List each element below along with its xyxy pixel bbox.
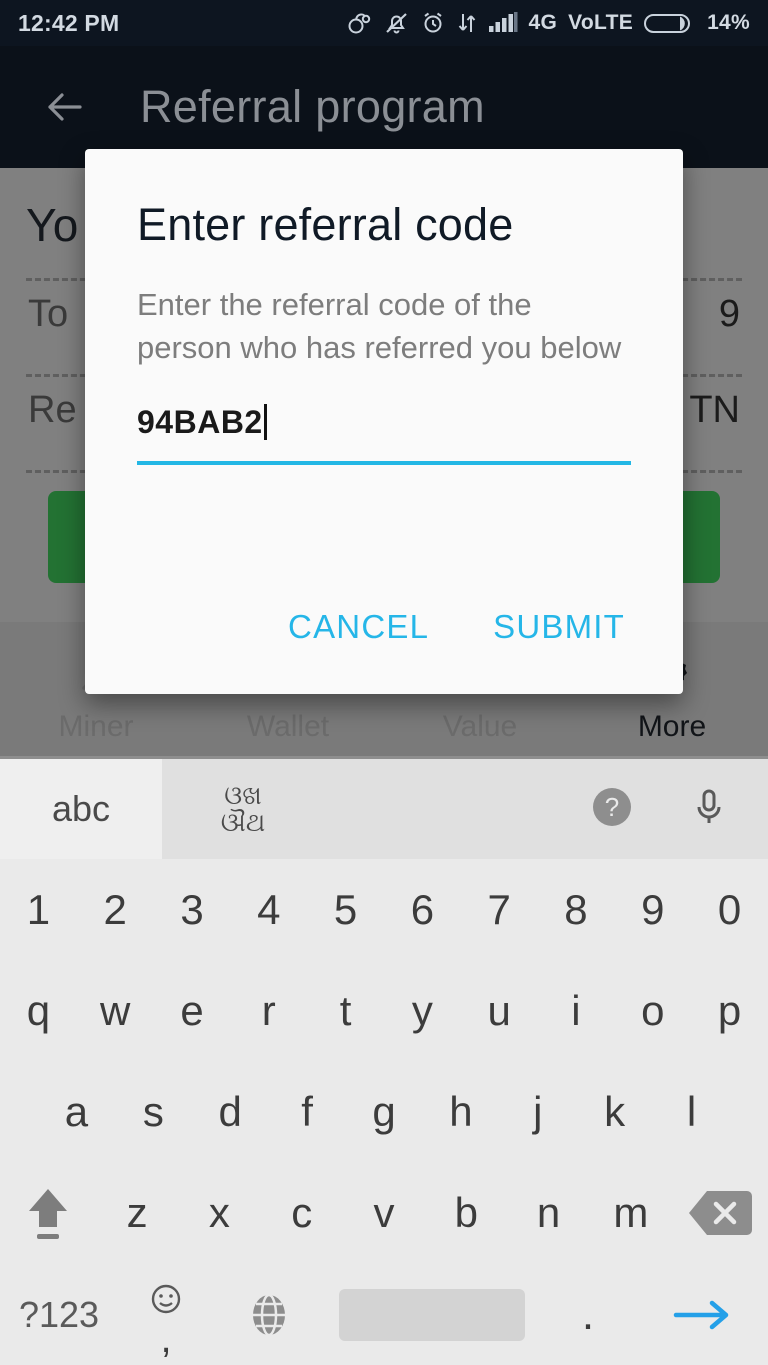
key-4[interactable]: 4 — [230, 859, 307, 960]
text-caret — [263, 403, 267, 440]
on-screen-keyboard: abc ଓଖ ଔଥ ? 1 2 3 4 5 6 7 8 9 0 q w e r … — [0, 756, 768, 1365]
key-w[interactable]: w — [77, 960, 154, 1061]
input-underline — [137, 460, 631, 465]
cancel-button[interactable]: CANCEL — [274, 598, 443, 656]
key-d[interactable]: d — [192, 1061, 269, 1162]
key-v[interactable]: v — [343, 1162, 425, 1263]
dialog-actions: CANCEL SUBMIT — [274, 598, 639, 656]
keyboard-row-asdf: a s d f g h j k l — [0, 1061, 768, 1162]
backspace-icon[interactable] — [672, 1162, 768, 1263]
dialog-message: Enter the referral code of the person wh… — [137, 287, 622, 366]
key-9[interactable]: 9 — [614, 859, 691, 960]
key-r[interactable]: r — [230, 960, 307, 1061]
toolbar-spacer — [324, 759, 590, 859]
microphone-icon[interactable] — [692, 785, 726, 834]
key-i[interactable]: i — [538, 960, 615, 1061]
key-t[interactable]: t — [307, 960, 384, 1061]
referral-code-dialog: Enter referral code Enter the referral c… — [85, 149, 683, 694]
key-z[interactable]: z — [96, 1162, 178, 1263]
data-transfer-icon — [458, 14, 475, 32]
keyboard-tab-abc[interactable]: abc — [0, 759, 162, 859]
key-p[interactable]: p — [691, 960, 768, 1061]
script-tab-line1: ଓଖ — [224, 779, 262, 810]
key-o[interactable]: o — [614, 960, 691, 1061]
row-label: To — [28, 293, 69, 335]
key-6[interactable]: 6 — [384, 859, 461, 960]
referral-code-input[interactable]: 94BAB2 — [137, 403, 631, 465]
battery-icon — [644, 14, 691, 33]
key-q[interactable]: q — [0, 960, 77, 1061]
network-type-label: 4G — [528, 11, 558, 34]
volte-label: VoLTE — [568, 11, 634, 34]
alarm-clock-icon — [423, 12, 442, 33]
bell-muted-icon — [385, 13, 407, 34]
key-a[interactable]: a — [38, 1061, 115, 1162]
key-period[interactable]: . — [540, 1263, 636, 1365]
comma-label: , — [160, 1317, 172, 1361]
keyboard-row-zxcv: z x c v b n m — [0, 1162, 768, 1263]
globe-icon[interactable] — [214, 1263, 324, 1365]
key-j[interactable]: j — [499, 1061, 576, 1162]
key-e[interactable]: e — [154, 960, 231, 1061]
key-5[interactable]: 5 — [307, 859, 384, 960]
space-bar — [339, 1289, 525, 1341]
back-arrow-icon[interactable] — [42, 84, 88, 130]
keyboard-row-numbers: 1 2 3 4 5 6 7 8 9 0 — [0, 859, 768, 960]
key-space[interactable] — [324, 1263, 540, 1365]
nav-label: Wallet — [246, 710, 330, 743]
toolbar-icons: ? — [590, 759, 768, 859]
key-u[interactable]: u — [461, 960, 538, 1061]
key-y[interactable]: y — [384, 960, 461, 1061]
key-comma[interactable]: , — [118, 1263, 214, 1365]
key-c[interactable]: c — [261, 1162, 343, 1263]
key-g[interactable]: g — [346, 1061, 423, 1162]
script-tab-line2: ଔଥ — [220, 807, 266, 837]
status-icons: 4G VoLTE 14% — [347, 10, 750, 36]
keyboard-row-bottom: ?123 , . — [0, 1263, 768, 1365]
arrow-right-icon[interactable] — [636, 1263, 768, 1365]
key-n[interactable]: n — [507, 1162, 589, 1263]
key-8[interactable]: 8 — [538, 859, 615, 960]
svg-text:?: ? — [605, 792, 619, 822]
phone-screen: 12:42 PM 4G VoLTE 14% Referral program Y… — [0, 0, 768, 1365]
shift-arrow-icon[interactable] — [0, 1162, 96, 1263]
row-value: TN — [689, 389, 740, 431]
keyboard-row-qwerty: q w e r t y u i o p — [0, 960, 768, 1061]
page-title: Referral program — [140, 81, 485, 132]
key-m[interactable]: m — [590, 1162, 672, 1263]
key-f[interactable]: f — [269, 1061, 346, 1162]
nav-label: Miner — [58, 710, 134, 743]
key-symbols[interactable]: ?123 — [0, 1263, 118, 1365]
key-3[interactable]: 3 — [154, 859, 231, 960]
status-time: 12:42 PM — [18, 9, 120, 36]
key-2[interactable]: 2 — [77, 859, 154, 960]
nav-label: Value — [442, 710, 518, 743]
dialog-title: Enter referral code — [137, 199, 514, 250]
battery-percent-label: 14% — [707, 11, 750, 34]
submit-button[interactable]: SUBMIT — [479, 598, 639, 656]
key-s[interactable]: s — [115, 1061, 192, 1162]
key-1[interactable]: 1 — [0, 859, 77, 960]
key-7[interactable]: 7 — [461, 859, 538, 960]
key-b[interactable]: b — [425, 1162, 507, 1263]
status-bar: 12:42 PM 4G VoLTE 14% — [0, 0, 768, 46]
keyboard-tab-script[interactable]: ଓଖ ଔଥ — [162, 759, 324, 859]
row-value: 9 — [718, 293, 740, 335]
help-circle-icon[interactable]: ? — [590, 785, 634, 834]
nav-label: More — [637, 710, 707, 743]
key-l[interactable]: l — [653, 1061, 730, 1162]
headset-icon — [348, 13, 370, 34]
key-0[interactable]: 0 — [691, 859, 768, 960]
keyboard-toolbar: abc ଓଖ ଔଥ ? — [0, 759, 768, 859]
key-h[interactable]: h — [422, 1061, 499, 1162]
key-k[interactable]: k — [576, 1061, 653, 1162]
referral-code-value: 94BAB2 — [137, 403, 263, 440]
key-x[interactable]: x — [178, 1162, 260, 1263]
signal-bars-icon — [488, 12, 518, 32]
row-label: Re — [28, 389, 77, 431]
